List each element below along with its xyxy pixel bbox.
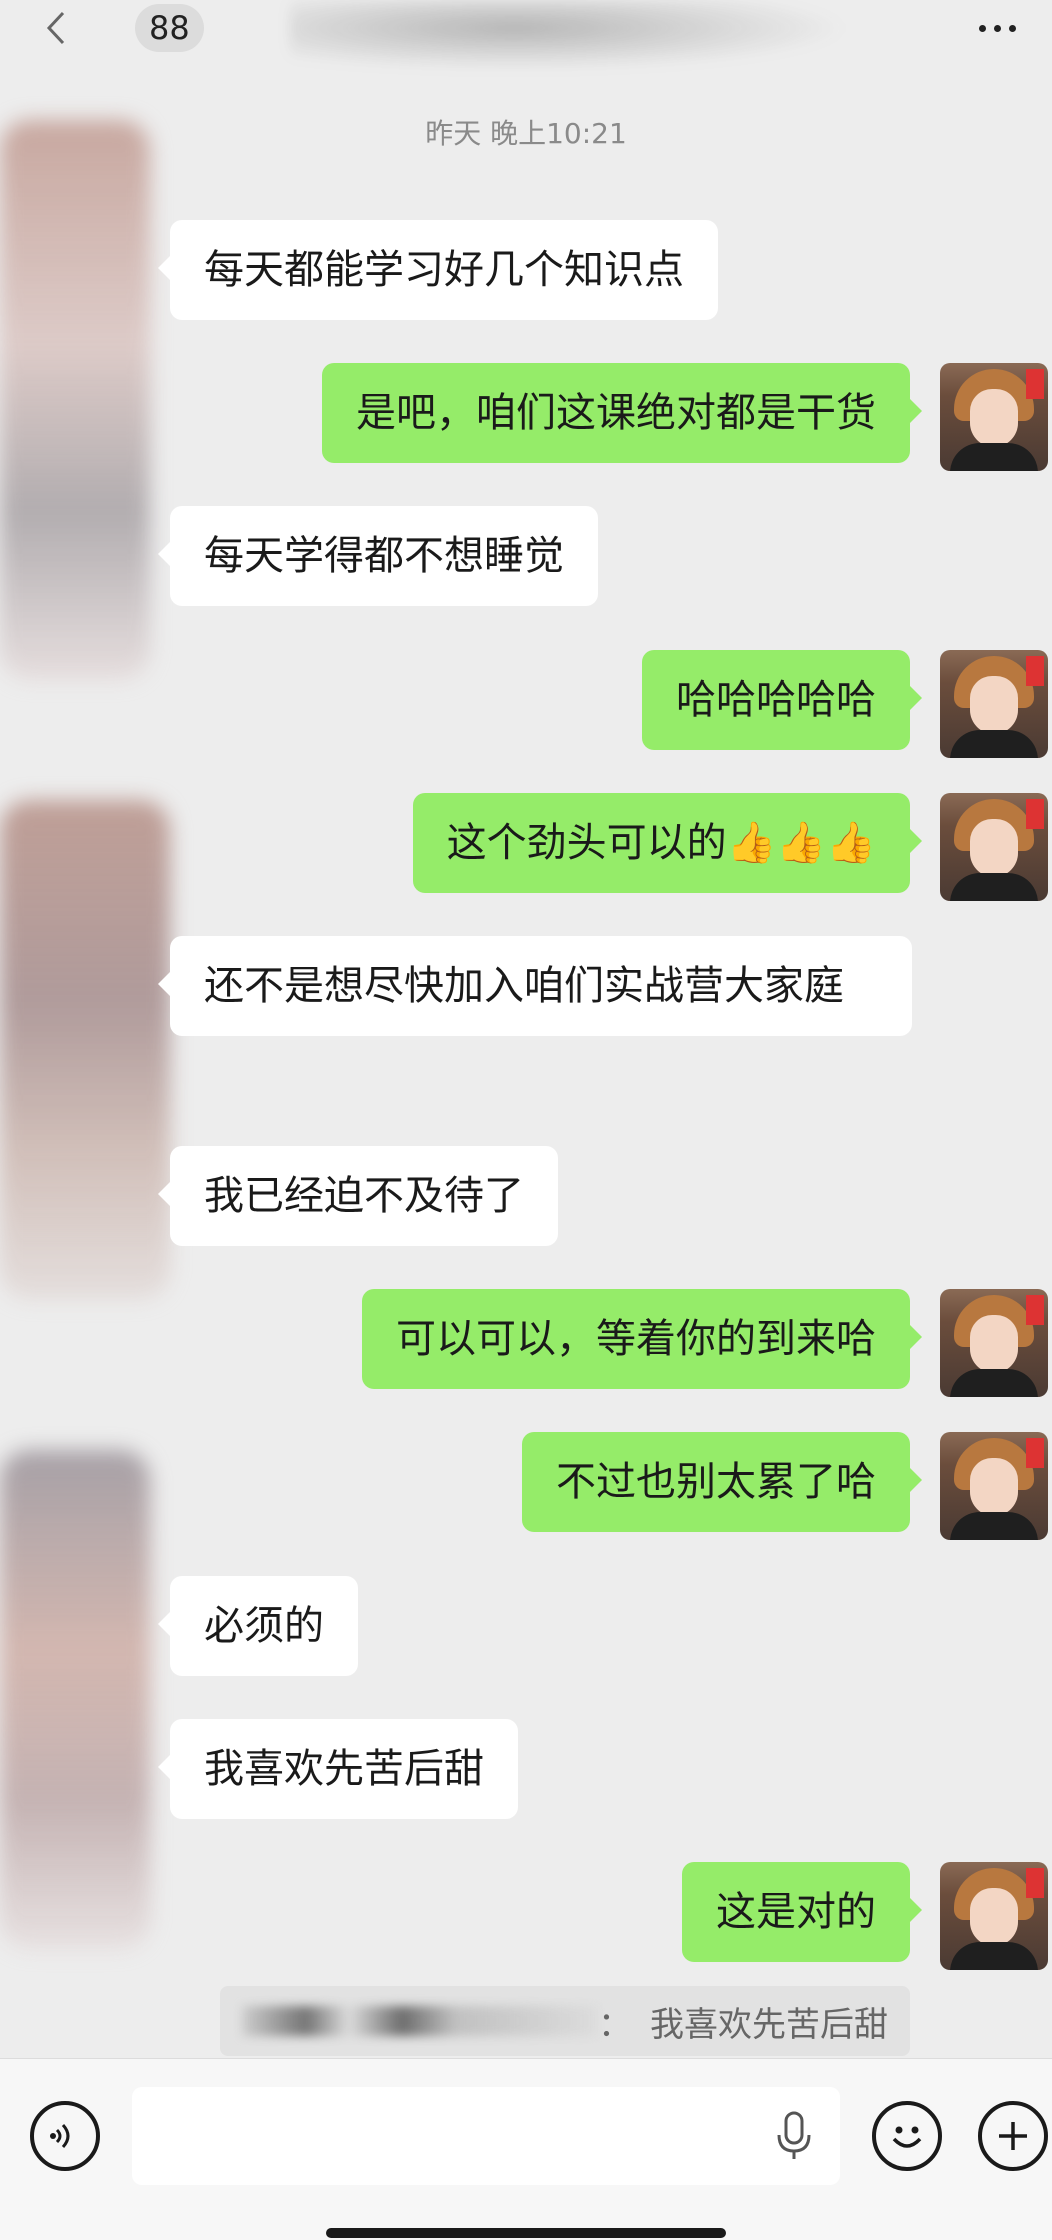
my-avatar[interactable] — [940, 650, 1048, 758]
chat-header: 88 — [0, 0, 1052, 70]
home-indicator — [326, 2228, 726, 2238]
message-bubble-sent[interactable]: 这是对的 — [682, 1862, 922, 1962]
message-timestamp: 昨天 晚上10:21 — [425, 117, 627, 150]
message-bubble-received[interactable]: 每天学得都不想睡觉 — [158, 506, 598, 606]
contact-avatar-blurred[interactable] — [0, 120, 150, 680]
blurred-chat-title — [290, 0, 850, 70]
message-bubble-sent[interactable]: 可以可以，等着你的到来哈 — [362, 1289, 922, 1389]
input-bar — [0, 2058, 1052, 2240]
quoted-sender-blurred — [242, 2006, 598, 2036]
message-bubble-sent[interactable]: 不过也别太累了哈 — [522, 1432, 922, 1532]
message-bubble-received[interactable]: 每天都能学习好几个知识点 — [158, 220, 718, 320]
my-avatar[interactable] — [940, 1432, 1048, 1540]
my-avatar[interactable] — [940, 793, 1048, 901]
message-bubble-received[interactable]: 必须的 — [158, 1576, 358, 1676]
more-dots-icon[interactable] — [962, 6, 1032, 50]
back-button[interactable] — [36, 8, 76, 48]
message-bubble-received[interactable]: 还不是想尽快加入咱们实战营大家庭 — [158, 936, 912, 1036]
unread-count-badge[interactable]: 88 — [135, 4, 204, 52]
message-input[interactable] — [132, 2087, 840, 2185]
message-bubble-received[interactable]: 我喜欢先苦后甜 — [158, 1719, 518, 1819]
contact-avatar-blurred[interactable] — [0, 800, 170, 1300]
my-avatar[interactable] — [940, 1289, 1048, 1397]
message-bubble-received[interactable]: 我已经迫不及待了 — [158, 1146, 558, 1246]
my-avatar[interactable] — [940, 363, 1048, 471]
my-avatar[interactable] — [940, 1862, 1048, 1970]
mic-icon[interactable] — [774, 2111, 814, 2161]
message-bubble-sent[interactable]: 是吧，咱们这课绝对都是干货 — [322, 363, 922, 463]
message-bubble-sent[interactable]: 哈哈哈哈哈 — [642, 650, 922, 750]
emoji-icon[interactable] — [872, 2101, 942, 2171]
contact-avatar-blurred[interactable] — [0, 1450, 150, 1950]
quoted-message[interactable]: ： 我喜欢先苦后甜 — [220, 1986, 910, 2056]
message-bubble-sent[interactable]: 这个劲头可以的👍👍👍 — [412, 793, 923, 893]
voice-icon[interactable] — [30, 2101, 100, 2171]
quote-text: 我喜欢先苦后甜 — [650, 2004, 888, 2045]
chevron-left-icon — [46, 11, 65, 45]
quote-separator: ： — [598, 2004, 632, 2045]
plus-icon[interactable] — [978, 2101, 1048, 2171]
